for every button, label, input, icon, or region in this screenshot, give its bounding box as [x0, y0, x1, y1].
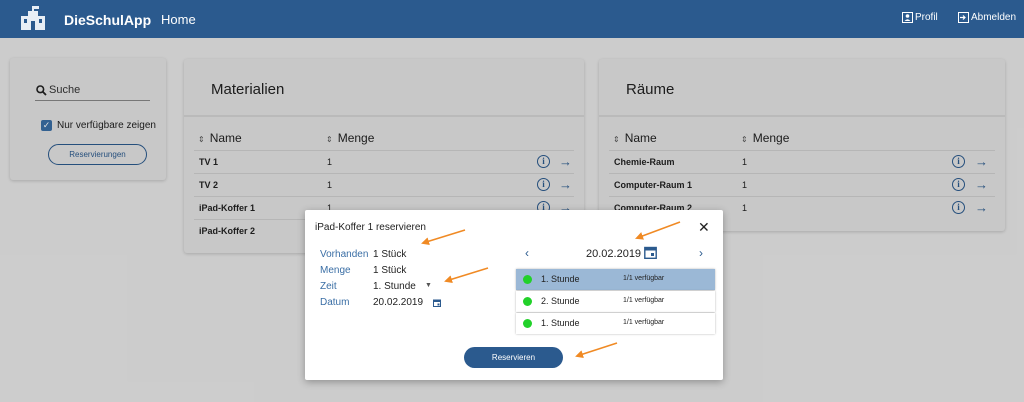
- top-navbar: DieSchulApp Home Profil Abmelden: [0, 0, 1024, 38]
- available-dot-icon: [523, 319, 532, 328]
- logout-label: Abmelden: [971, 12, 1017, 23]
- date-field[interactable]: 20.02.2019: [373, 297, 423, 308]
- profile-link[interactable]: Profil: [902, 12, 938, 23]
- time-slot-item[interactable]: 2. Stunde 1/1 verfügbar: [516, 291, 715, 312]
- available-dot-icon: [523, 297, 532, 306]
- chevron-right-icon[interactable]: ›: [699, 246, 703, 260]
- profile-icon: [902, 12, 913, 23]
- school-logo-icon: [21, 6, 45, 30]
- time-slot-item[interactable]: 1. Stunde 1/1 verfügbar: [516, 269, 715, 290]
- logout-icon: [958, 12, 969, 23]
- chevron-down-icon[interactable]: ▼: [425, 282, 432, 289]
- current-date: 20.02.2019: [586, 248, 642, 260]
- logout-link[interactable]: Abmelden: [958, 12, 1016, 23]
- available-dot-icon: [523, 275, 532, 284]
- detail-label-quantity: Menge: [320, 265, 351, 276]
- calendar-icon[interactable]: [433, 299, 441, 307]
- profile-label: Profil: [915, 12, 938, 23]
- chevron-left-icon[interactable]: ‹: [525, 246, 529, 260]
- brand-name[interactable]: DieSchulApp: [64, 12, 151, 28]
- close-icon[interactable]: ✕: [698, 219, 710, 236]
- calendar-icon[interactable]: [644, 246, 657, 259]
- nav-home-link[interactable]: Home: [161, 12, 196, 27]
- detail-value-quantity: 1 Stück: [373, 265, 407, 276]
- detail-label-available: Vorhanden: [320, 249, 369, 260]
- time-slot-item[interactable]: 1. Stunde 1/1 verfügbar: [516, 313, 715, 334]
- detail-value-available: 1 Stück: [373, 249, 407, 260]
- detail-label-time: Zeit: [320, 281, 337, 292]
- time-select[interactable]: 1. Stunde: [373, 281, 416, 292]
- reservation-dialog: iPad-Koffer 1 reservieren ✕ Vorhanden 1 …: [305, 210, 723, 380]
- reserve-button[interactable]: Reservieren: [464, 347, 563, 368]
- detail-label-date: Datum: [320, 297, 350, 308]
- dialog-title: iPad-Koffer 1 reservieren: [315, 222, 426, 233]
